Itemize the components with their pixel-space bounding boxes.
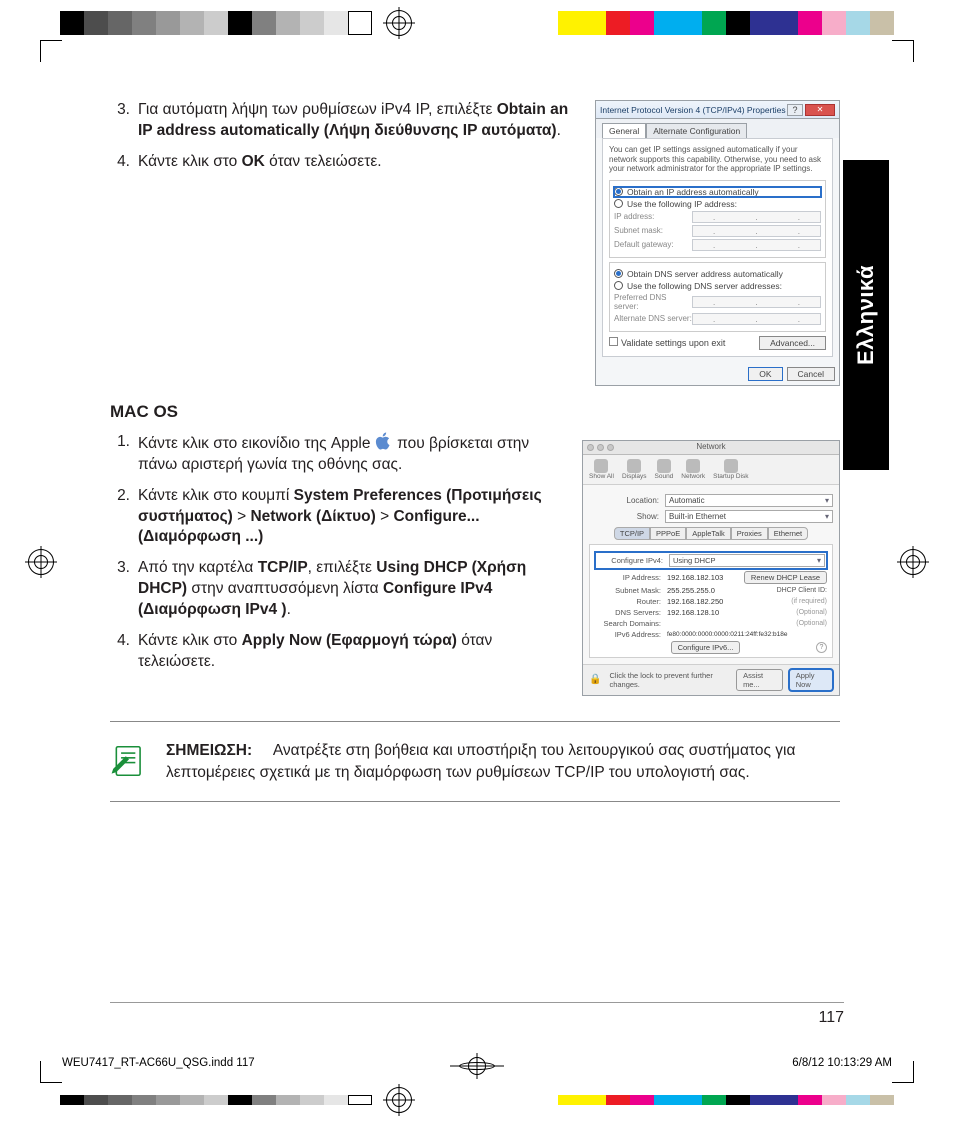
crop-mark	[40, 1061, 62, 1083]
ok-button: OK	[748, 367, 782, 381]
macos-network-dialog-screenshot: Network Show All Displays Sound Network …	[582, 440, 840, 696]
renew-lease-button: Renew DHCP Lease	[744, 571, 827, 584]
print-registration-bottom	[0, 1087, 954, 1113]
option-static-ip: Use the following IP address:	[614, 199, 821, 209]
help-icon: ?	[816, 642, 827, 653]
registration-target-icon	[386, 10, 412, 36]
list-item: 4. Κάντε κλικ στο Apply Now (Εφαρμογή τώ…	[110, 631, 556, 673]
apply-now-button: Apply Now	[789, 669, 833, 691]
list-item: 1. Κάντε κλικ στο εικονίδιο της Apple πο…	[110, 432, 556, 476]
toolbar-startup-disk: Startup Disk	[713, 459, 748, 480]
option-static-dns: Use the following DNS server addresses:	[614, 281, 821, 291]
crop-mark	[892, 40, 914, 62]
windows-ipv4-dialog-screenshot: Internet Protocol Version 4 (TCP/IPv4) P…	[595, 100, 840, 386]
option-auto-dns: Obtain DNS server address automatically	[614, 269, 821, 279]
crop-mark	[40, 40, 62, 62]
assist-button: Assist me...	[736, 669, 783, 691]
help-icon: ?	[787, 104, 803, 116]
dialog-description: You can get IP settings assigned automat…	[609, 145, 826, 174]
registration-target-icon	[28, 549, 54, 575]
list-item: 2. Κάντε κλικ στο κουμπί System Preferen…	[110, 486, 556, 549]
lock-icon: 🔒	[589, 674, 601, 685]
print-slug: WEU7417_RT-AC66U_QSG.indd 117 6/8/12 10:…	[62, 1057, 892, 1069]
crop-mark	[892, 1061, 914, 1083]
location-select: Automatic▾	[665, 494, 833, 507]
language-tab-label: Ελληνικά	[853, 265, 879, 365]
toolbar-sound: Sound	[655, 459, 674, 480]
option-auto-ip: Obtain an IP address automatically	[614, 187, 821, 197]
tab-general: General	[602, 123, 646, 138]
page-number: 117	[818, 1009, 844, 1027]
list-item: 3. Από την καρτέλα TCP/IP, επιλέξτε Usin…	[110, 558, 556, 621]
language-tab: Ελληνικά	[843, 160, 889, 470]
configure-ipv6-button: Configure IPv6...	[671, 641, 741, 654]
footer-rule	[110, 1002, 844, 1003]
show-select: Built-in Ethernet▾	[665, 510, 833, 523]
advanced-button: Advanced...	[759, 336, 826, 350]
close-icon: ✕	[805, 104, 835, 116]
note-label: ΣΗΜΕΙΩΣΗ:	[166, 742, 252, 759]
toolbar-show-all: Show All	[589, 459, 614, 480]
configure-ipv4-row: Configure IPv4: Using DHCP▾	[595, 552, 827, 569]
macos-heading: MAC OS	[110, 402, 840, 422]
print-registration-top	[0, 10, 954, 36]
page-content: 3. Για αυτόματη λήψη των ρυθμίσεων iPv4 …	[110, 100, 840, 1023]
registration-target-icon	[468, 1057, 486, 1075]
tab-alternate: Alternate Configuration	[646, 123, 747, 138]
registration-target-icon	[900, 549, 926, 575]
windows-steps: 3. Για αυτόματη λήψη των ρυθμίσεων iPv4 …	[110, 100, 569, 173]
dialog-title: Network	[583, 441, 839, 451]
toolbar-network: Network	[681, 459, 705, 480]
validate-checkbox: Validate settings upon exit	[609, 337, 725, 348]
dialog-title: Internet Protocol Version 4 (TCP/IPv4) P…	[600, 105, 787, 115]
list-item: 4. Κάντε κλικ στο OK όταν τελειώσετε.	[110, 152, 569, 173]
registration-target-icon	[386, 1087, 412, 1113]
mac-tabs: TCP/IP PPPoE AppleTalk Proxies Ethernet	[589, 527, 833, 540]
note-icon	[110, 742, 148, 780]
slug-file: WEU7417_RT-AC66U_QSG.indd 117	[62, 1057, 255, 1069]
toolbar-displays: Displays	[622, 459, 647, 480]
list-item: 3. Για αυτόματη λήψη των ρυθμίσεων iPv4 …	[110, 100, 569, 142]
macos-steps: 1. Κάντε κλικ στο εικονίδιο της Apple πο…	[110, 432, 556, 673]
slug-datetime: 6/8/12 10:13:29 AM	[792, 1057, 892, 1069]
cancel-button: Cancel	[787, 367, 835, 381]
note-box: ΣΗΜΕΙΩΣΗ: Ανατρέξτε στη βοήθεια και υποσ…	[110, 721, 840, 802]
apple-logo-icon	[375, 432, 393, 450]
